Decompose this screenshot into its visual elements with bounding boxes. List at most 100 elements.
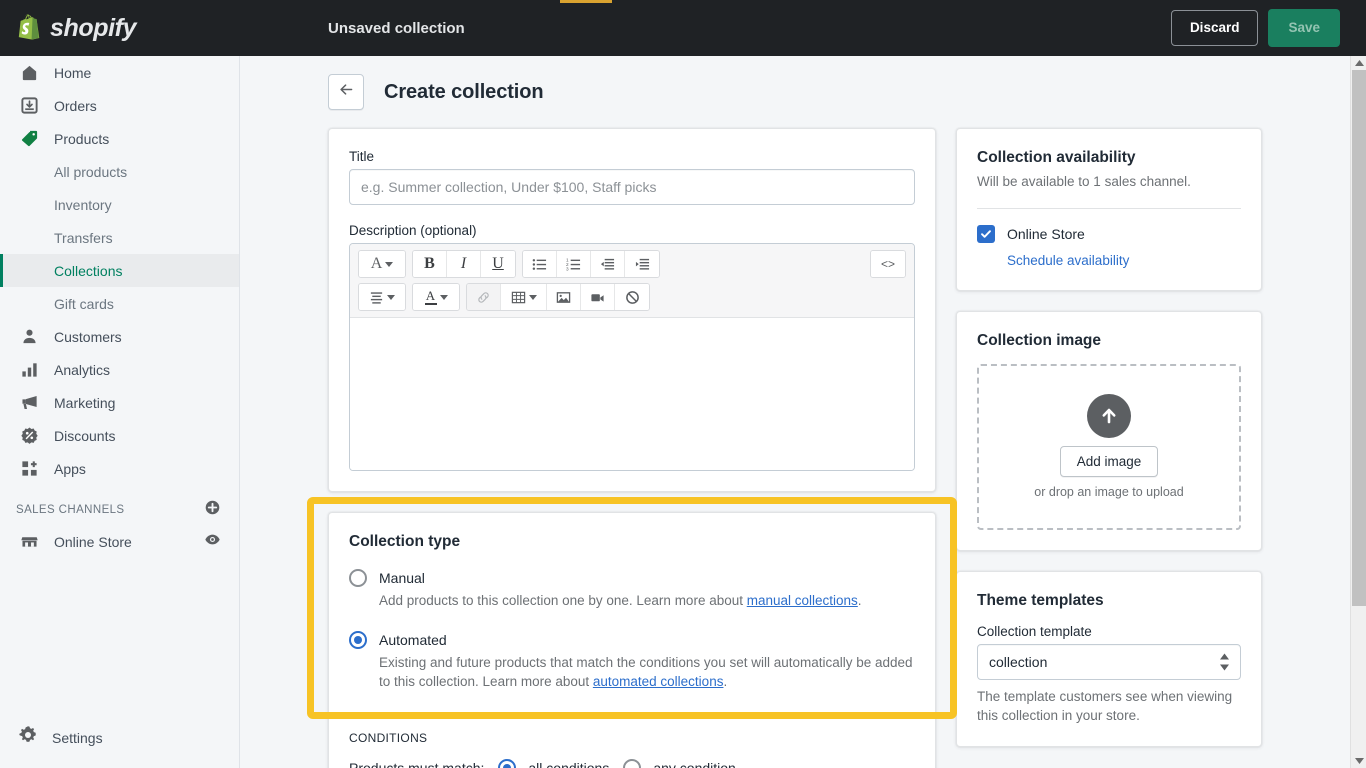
sidebar-label: Orders (54, 97, 97, 114)
clear-formatting-icon[interactable] (615, 284, 649, 310)
collection-type-card: Collection type Manual Add products to t… (328, 512, 936, 768)
sidebar-item-transfers[interactable]: Transfers (0, 221, 239, 254)
sidebar-item-settings[interactable]: Settings (0, 721, 240, 754)
sidebar-item-inventory[interactable]: Inventory (0, 188, 239, 221)
title-field-label: Title (349, 149, 375, 164)
description-editor: A B I U 1 2 3 <> A (349, 243, 915, 471)
sidebar-item-home[interactable]: Home (0, 56, 239, 89)
page-scrollbar[interactable] (1350, 56, 1366, 768)
preview-store-eye-icon[interactable] (204, 531, 221, 553)
underline-icon[interactable]: U (481, 251, 515, 277)
scrollbar-thumb[interactable] (1352, 70, 1366, 606)
customers-icon (18, 326, 40, 348)
manual-help-after: . (857, 593, 862, 608)
top-bar: shopify Unsaved collection Discard Save (0, 0, 1366, 56)
image-dropzone[interactable]: Add image or drop an image to upload (977, 363, 1241, 530)
radio-all-conditions[interactable] (498, 758, 517, 768)
radio-manual[interactable] (349, 569, 367, 587)
editor-toolbar-row-1: A B I U 1 2 3 <> (358, 250, 906, 278)
save-button[interactable]: Save (1268, 9, 1340, 47)
shopify-logo[interactable]: shopify (0, 0, 240, 56)
collection-type-option-automated[interactable]: Automated (349, 630, 915, 649)
sidebar-item-all-products[interactable]: All products (0, 155, 239, 188)
shopify-wordmark: shopify (50, 13, 137, 42)
sidebar-label: Gift cards (54, 295, 114, 312)
sidebar-label: Inventory (54, 196, 112, 213)
sidebar-item-marketing[interactable]: Marketing (0, 386, 239, 419)
editor-toolbar: A B I U 1 2 3 <> A (350, 244, 914, 318)
scroll-down-arrow-icon[interactable] (1351, 754, 1366, 768)
text-color-icon[interactable]: A (413, 284, 459, 310)
radio-automated[interactable] (349, 630, 367, 649)
numbered-list-icon[interactable]: 123 (557, 251, 591, 277)
discounts-icon (18, 425, 40, 447)
html-code-icon[interactable]: <> (871, 251, 905, 277)
conditions-heading: CONDITIONS (349, 730, 428, 745)
unsaved-collection-title: Unsaved collection (328, 19, 465, 37)
collection-template-value: collection (989, 653, 1048, 670)
manual-help-before: Add products to this collection one by o… (379, 593, 747, 608)
automated-collections-link[interactable]: automated collections (593, 674, 724, 689)
schedule-availability-link[interactable]: Schedule availability (1007, 253, 1129, 268)
right-column: Collection availability Will be availabl… (956, 128, 1262, 768)
indent-icon[interactable] (625, 251, 659, 277)
sidebar-item-online-store[interactable]: Online Store (0, 525, 239, 558)
collection-availability-card: Collection availability Will be availabl… (956, 128, 1262, 291)
sidebar-label: Apps (54, 460, 86, 477)
online-store-checkbox[interactable] (977, 224, 995, 243)
sidebar-label: Settings (52, 729, 103, 746)
conditions-option-all[interactable]: all conditions (498, 758, 610, 768)
html-view-group: <> (870, 250, 906, 278)
scroll-up-arrow-icon[interactable] (1351, 56, 1366, 70)
collection-type-option-manual[interactable]: Manual (349, 569, 915, 587)
theme-templates-title: Theme templates (977, 591, 1104, 609)
conditions-prompt: Products must match: (349, 759, 485, 768)
divider (977, 207, 1241, 209)
back-button[interactable] (328, 74, 364, 110)
outdent-icon[interactable] (591, 251, 625, 277)
sidebar-label: Products (54, 130, 110, 147)
upload-arrow-icon (1087, 394, 1131, 439)
analytics-bar-icon (18, 359, 40, 381)
bold-icon[interactable]: B (413, 251, 447, 277)
radio-label: all conditions (528, 759, 610, 768)
bulleted-list-icon[interactable] (523, 251, 557, 277)
sidebar-item-discounts[interactable]: Discounts (0, 419, 239, 452)
conditions-section: CONDITIONS Products must match: all cond… (329, 711, 935, 768)
content-columns: Title Description (optional) A (240, 128, 1350, 768)
align-icon[interactable] (359, 284, 405, 310)
sidebar-label: All products (54, 163, 128, 180)
font-style-icon[interactable]: A (359, 251, 405, 277)
sidebar-item-orders[interactable]: Orders (0, 89, 239, 122)
conditions-option-any[interactable]: any condition (623, 758, 736, 768)
add-image-button[interactable]: Add image (1059, 446, 1159, 478)
description-field-label: Description (optional) (349, 223, 477, 238)
radio-any-condition[interactable] (623, 758, 642, 768)
manual-collections-link[interactable]: manual collections (747, 593, 858, 608)
discard-button[interactable]: Discard (1170, 10, 1259, 46)
italic-icon[interactable]: I (447, 251, 481, 277)
sidebar-item-collections[interactable]: Collections (0, 254, 239, 287)
online-store-channel-row[interactable]: Online Store (977, 224, 1241, 243)
automated-help-text: Existing and future products that match … (349, 653, 915, 692)
radio-label: any condition (653, 759, 736, 768)
sidebar-item-customers[interactable]: Customers (0, 320, 239, 353)
insert-video-icon[interactable] (581, 284, 615, 310)
text-emphasis-group: B I U (412, 250, 516, 278)
table-icon[interactable] (501, 284, 547, 310)
gear-icon (18, 725, 38, 750)
sidebar-item-analytics[interactable]: Analytics (0, 353, 239, 386)
add-sales-channel-icon[interactable] (204, 499, 221, 521)
sidebar-item-gift-cards[interactable]: Gift cards (0, 287, 239, 320)
text-format-group: A (358, 250, 406, 278)
insert-group (466, 283, 650, 311)
radio-label: Manual (379, 570, 425, 586)
description-textarea[interactable] (350, 318, 914, 470)
insert-image-icon[interactable] (547, 284, 581, 310)
collection-template-select[interactable]: collection (977, 643, 1241, 680)
title-input[interactable] (349, 169, 915, 205)
sidebar-item-products[interactable]: Products (0, 122, 239, 155)
sidebar-item-apps[interactable]: Apps (0, 452, 239, 485)
collection-image-title: Collection image (977, 331, 1102, 349)
sidebar-label: Collections (54, 262, 123, 279)
